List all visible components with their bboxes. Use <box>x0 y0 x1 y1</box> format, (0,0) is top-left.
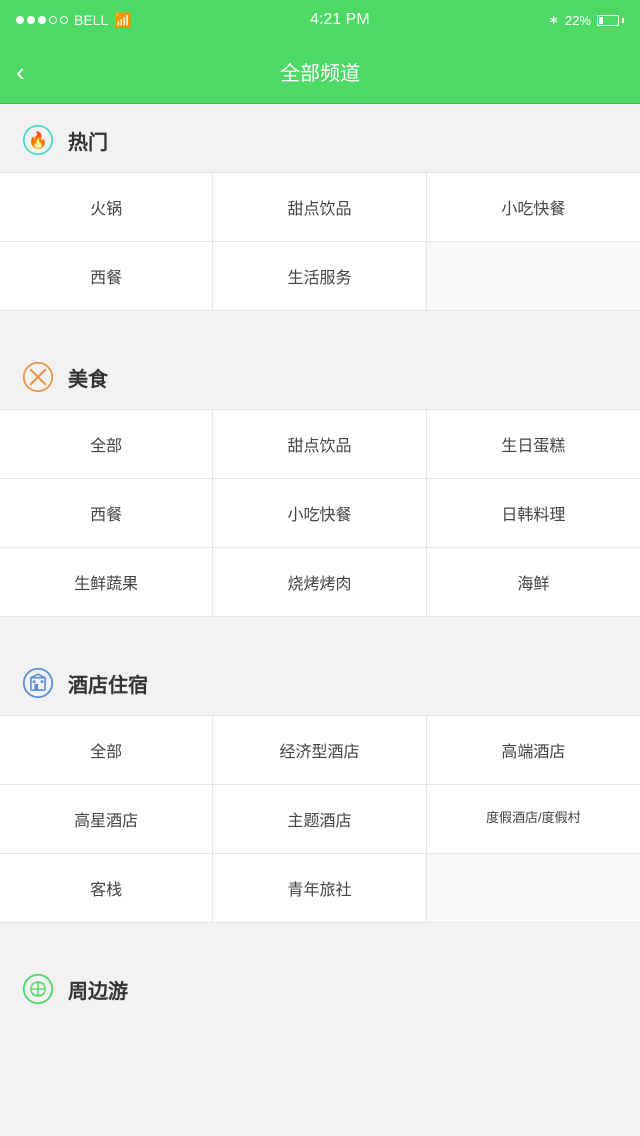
grid-item[interactable]: 生日蛋糕 <box>427 410 640 479</box>
grid-item[interactable]: 主题酒店 <box>213 785 426 854</box>
grid-item[interactable]: 西餐 <box>0 242 213 310</box>
grid-item[interactable]: 全部 <box>0 716 213 785</box>
back-button[interactable]: ‹ <box>16 59 25 85</box>
section-food-title: 美食 <box>68 363 108 392</box>
grid-item[interactable]: 甜点饮品 <box>213 410 426 479</box>
time-display: 4:21 PM <box>310 11 370 29</box>
section-hot-title: 热门 <box>68 126 108 155</box>
hotel-grid: 全部 经济型酒店 高端酒店 高星酒店 主题酒店 度假酒店/度假村 客栈 青年旅社 <box>0 715 640 923</box>
section-food: 美食 全部 甜点饮品 生日蛋糕 西餐 小吃快餐 日韩料理 生鲜蔬果 烧烤烤肉 海… <box>0 341 640 627</box>
svg-text:🔥: 🔥 <box>28 130 48 149</box>
grid-item[interactable]: 青年旅社 <box>213 854 426 922</box>
status-bar: BELL 📶 4:21 PM ∗ 22% <box>0 0 640 40</box>
grid-item[interactable]: 高端酒店 <box>427 716 640 785</box>
section-travel-title: 周边游 <box>68 975 128 1004</box>
grid-item[interactable]: 经济型酒店 <box>213 716 426 785</box>
nav-bar: ‹ 全部频道 <box>0 40 640 104</box>
section-hotel: 酒店住宿 全部 经济型酒店 高端酒店 高星酒店 主题酒店 度假酒店/度假村 客栈… <box>0 647 640 933</box>
grid-item[interactable]: 烧烤烤肉 <box>213 548 426 616</box>
bluetooth-icon: ∗ <box>548 12 559 28</box>
grid-item[interactable]: 度假酒店/度假村 <box>427 785 640 854</box>
food-grid: 全部 甜点饮品 生日蛋糕 西餐 小吃快餐 日韩料理 生鲜蔬果 烧烤烤肉 海鲜 <box>0 409 640 617</box>
signal-dots <box>16 16 68 24</box>
grid-item-empty <box>427 854 640 922</box>
section-hotel-title: 酒店住宿 <box>68 669 148 698</box>
section-food-header: 美食 <box>0 341 640 409</box>
content-area: 🔥 热门 火锅 甜点饮品 小吃快餐 西餐 生活服务 美食 <box>0 104 640 1031</box>
grid-item[interactable]: 火锅 <box>0 173 213 242</box>
grid-item[interactable]: 生活服务 <box>213 242 426 310</box>
section-hot: 🔥 热门 火锅 甜点饮品 小吃快餐 西餐 生活服务 <box>0 104 640 321</box>
battery-icon <box>597 15 624 26</box>
hot-icon: 🔥 <box>20 122 56 158</box>
grid-item[interactable]: 高星酒店 <box>0 785 213 854</box>
grid-item[interactable]: 小吃快餐 <box>213 479 426 548</box>
section-hot-header: 🔥 热门 <box>0 104 640 172</box>
section-travel-header: 周边游 <box>0 953 640 1021</box>
hotel-icon <box>20 665 56 701</box>
hot-grid: 火锅 甜点饮品 小吃快餐 西餐 生活服务 <box>0 172 640 311</box>
grid-item[interactable]: 客栈 <box>0 854 213 922</box>
grid-item[interactable]: 西餐 <box>0 479 213 548</box>
grid-item[interactable]: 甜点饮品 <box>213 173 426 242</box>
food-icon <box>20 359 56 395</box>
grid-item-empty <box>427 242 640 310</box>
grid-item[interactable]: 海鲜 <box>427 548 640 616</box>
battery-percent: 22% <box>565 13 591 28</box>
status-right: ∗ 22% <box>548 12 624 28</box>
section-hotel-header: 酒店住宿 <box>0 647 640 715</box>
section-travel: 周边游 <box>0 953 640 1031</box>
grid-item[interactable]: 日韩料理 <box>427 479 640 548</box>
wifi-icon: 📶 <box>114 12 131 29</box>
status-left: BELL 📶 <box>16 12 132 29</box>
grid-item[interactable]: 全部 <box>0 410 213 479</box>
grid-item[interactable]: 生鲜蔬果 <box>0 548 213 616</box>
grid-item[interactable]: 小吃快餐 <box>427 173 640 242</box>
travel-icon <box>20 971 56 1007</box>
page-title: 全部频道 <box>280 57 360 86</box>
carrier-label: BELL <box>74 12 108 28</box>
